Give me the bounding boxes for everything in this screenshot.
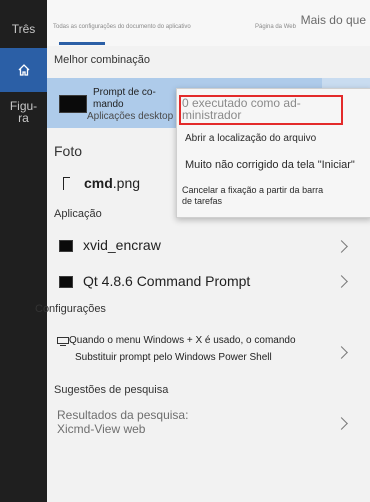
best-match-title-line1: Prompt de co- — [93, 87, 156, 98]
photo-file-ext: .png — [112, 175, 141, 191]
xvid-app-icon — [59, 240, 73, 252]
tab-all-settings[interactable]: Todas as configurações do documento do a… — [53, 24, 191, 30]
app-item-xvid[interactable]: xvid_encraw — [83, 237, 161, 253]
chevron-right-icon[interactable] — [335, 275, 348, 288]
menu-run-as-admin-line2[interactable]: ministrador — [182, 109, 241, 121]
active-tab-indicator — [59, 42, 105, 45]
left-rail: Três Figu- ra — [0, 0, 47, 502]
settings-header: Configurações — [35, 303, 106, 315]
menu-unpin-taskbar-line1[interactable]: Cancelar a fixação a partir da barra — [182, 185, 323, 195]
filter-tabs: Todas as configurações do documento do a… — [47, 0, 370, 46]
best-match-title-line2: mando — [93, 99, 124, 110]
rail-bottom-label[interactable]: Figu- ra — [0, 100, 47, 124]
rail-top-label[interactable]: Três — [0, 22, 47, 36]
photo-result[interactable]: cmd.png — [84, 175, 140, 191]
photo-header: Foto — [54, 143, 83, 159]
chevron-right-icon[interactable] — [335, 417, 348, 430]
suggestions-header: Sugestões de pesquisa — [54, 384, 169, 396]
best-match-subtitle: Aplicações desktop — [87, 111, 174, 122]
qt-app-icon — [59, 276, 73, 288]
suggestion-line1[interactable]: Resultados da pesquisa: — [57, 408, 188, 422]
home-icon — [18, 64, 29, 76]
menu-pin-to-start[interactable]: Muito não corrigido da tela "Iniciar" — [185, 159, 355, 171]
command-prompt-icon — [59, 95, 87, 113]
monitor-icon — [57, 337, 69, 346]
search-results-panel: Todas as configurações do documento do a… — [35, 0, 370, 502]
chevron-right-icon[interactable] — [335, 346, 348, 359]
apps-header: Aplicação — [54, 208, 102, 220]
best-match-header: Melhor combinação — [54, 54, 150, 66]
menu-unpin-taskbar-line2[interactable]: de tarefas — [182, 196, 222, 206]
home-button[interactable] — [0, 48, 47, 92]
settings-item-line2[interactable]: Substituir prompt pelo Windows Power She… — [75, 352, 272, 363]
app-item-qt[interactable]: Qt 4.8.6 Command Prompt — [83, 273, 250, 289]
suggestion-line2[interactable]: Xicmd-View web — [57, 422, 145, 436]
settings-item-line1[interactable]: Quando o menu Windows + X é usado, o com… — [69, 335, 296, 346]
context-menu: 0 executado como ad- ministrador Abrir a… — [176, 88, 370, 218]
tab-more[interactable]: Mais do que — [301, 13, 366, 27]
photo-file-name: cmd — [84, 175, 113, 191]
chevron-right-icon[interactable] — [335, 240, 348, 253]
menu-open-file-location[interactable]: Abrir a localização do arquivo — [185, 133, 316, 144]
png-file-icon — [63, 177, 70, 190]
tab-web-page[interactable]: Página da Web — [255, 24, 296, 30]
